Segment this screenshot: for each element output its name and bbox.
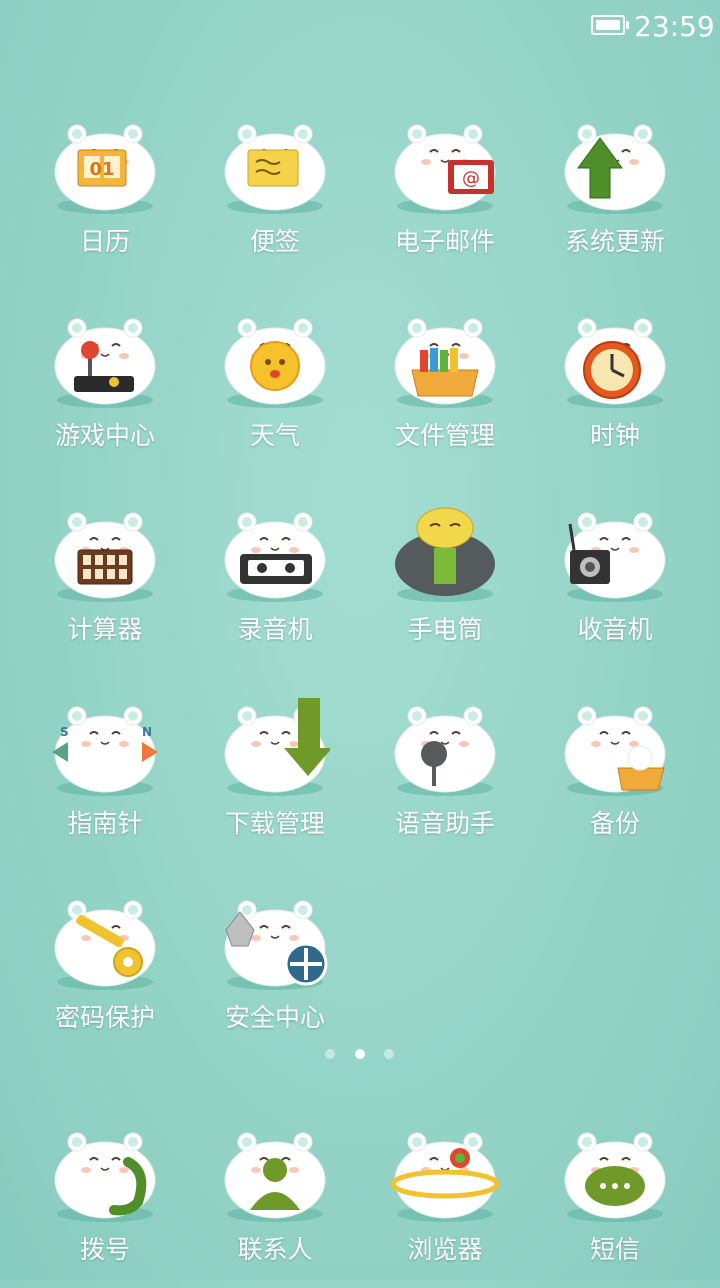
contacts-icon bbox=[220, 1118, 330, 1228]
backup-icon bbox=[560, 692, 670, 802]
app-label: 安全中心 bbox=[224, 1003, 325, 1032]
app-label: 录音机 bbox=[237, 615, 313, 644]
app-flashlight[interactable]: 手电筒 bbox=[360, 498, 530, 668]
weather-icon bbox=[220, 304, 330, 414]
page-indicator bbox=[0, 1045, 720, 1065]
security-center-icon bbox=[220, 886, 330, 996]
dock-label: 短信 bbox=[589, 1235, 640, 1264]
app-label: 文件管理 bbox=[394, 421, 495, 450]
app-file-manager[interactable]: 文件管理 bbox=[360, 304, 530, 474]
app-calendar[interactable]: 01 日历 bbox=[20, 110, 190, 280]
app-label: 语音助手 bbox=[394, 809, 495, 838]
browser-icon bbox=[390, 1118, 500, 1228]
app-label: 收音机 bbox=[577, 615, 653, 644]
app-label: 时钟 bbox=[589, 421, 640, 450]
battery-icon bbox=[591, 15, 629, 35]
flashlight-icon bbox=[390, 498, 500, 608]
app-password-protection[interactable]: 密码保护 bbox=[20, 886, 190, 1056]
page-dot[interactable] bbox=[325, 1049, 335, 1059]
system-update-icon bbox=[560, 110, 670, 220]
app-label: 电子邮件 bbox=[394, 227, 495, 256]
svg-text:01: 01 bbox=[89, 159, 114, 180]
app-compass[interactable]: S N 指南针 bbox=[20, 692, 190, 862]
app-label: 系统更新 bbox=[564, 227, 665, 256]
svg-text:S: S bbox=[60, 725, 69, 739]
app-label: 便签 bbox=[249, 227, 300, 256]
app-email[interactable]: @ 电子邮件 bbox=[360, 110, 530, 280]
page-dot-active[interactable] bbox=[355, 1049, 365, 1059]
app-system-update[interactable]: 系统更新 bbox=[530, 110, 700, 280]
dock-label: 拨号 bbox=[79, 1235, 130, 1264]
app-radio[interactable]: 收音机 bbox=[530, 498, 700, 668]
app-label: 天气 bbox=[249, 421, 300, 450]
app-label: 备份 bbox=[589, 809, 640, 838]
app-label: 指南针 bbox=[67, 809, 143, 838]
dock-label: 浏览器 bbox=[407, 1235, 483, 1264]
password-protection-icon bbox=[50, 886, 160, 996]
app-label: 密码保护 bbox=[54, 1003, 155, 1032]
app-security-center[interactable]: 安全中心 bbox=[190, 886, 360, 1056]
messages-icon bbox=[560, 1118, 670, 1228]
email-icon: @ bbox=[390, 110, 500, 220]
dialer-icon bbox=[50, 1118, 160, 1228]
app-weather[interactable]: 天气 bbox=[190, 304, 360, 474]
voice-assistant-icon bbox=[390, 692, 500, 802]
clock-icon bbox=[560, 304, 670, 414]
app-label: 下载管理 bbox=[224, 809, 325, 838]
dock-messages[interactable]: 短信 bbox=[530, 1118, 700, 1288]
app-recorder[interactable]: 录音机 bbox=[190, 498, 360, 668]
app-notes[interactable]: 便签 bbox=[190, 110, 360, 280]
status-bar: 23:59 bbox=[0, 0, 720, 52]
dock-dialer[interactable]: 拨号 bbox=[20, 1118, 190, 1288]
file-manager-icon bbox=[390, 304, 500, 414]
page-dot[interactable] bbox=[384, 1049, 394, 1059]
app-game-center[interactable]: 游戏中心 bbox=[20, 304, 190, 474]
app-voice-assistant[interactable]: 语音助手 bbox=[360, 692, 530, 862]
app-label: 手电筒 bbox=[407, 615, 483, 644]
app-calculator[interactable]: 计算器 bbox=[20, 498, 190, 668]
svg-text:@: @ bbox=[462, 168, 480, 189]
app-label: 游戏中心 bbox=[54, 421, 155, 450]
game-center-icon bbox=[50, 304, 160, 414]
app-label: 日历 bbox=[79, 227, 130, 256]
radio-icon bbox=[560, 498, 670, 608]
notes-icon bbox=[220, 110, 330, 220]
dock-browser[interactable]: 浏览器 bbox=[360, 1118, 530, 1288]
app-backup[interactable]: 备份 bbox=[530, 692, 700, 862]
download-manager-icon bbox=[220, 692, 332, 802]
dock-label: 联系人 bbox=[237, 1235, 313, 1264]
svg-text:N: N bbox=[142, 725, 152, 739]
compass-icon: S N bbox=[50, 692, 160, 802]
app-label: 计算器 bbox=[67, 615, 143, 644]
status-time: 23:59 bbox=[634, 10, 715, 43]
recorder-icon bbox=[220, 498, 330, 608]
calendar-icon: 01 bbox=[50, 110, 160, 220]
app-clock[interactable]: 时钟 bbox=[530, 304, 700, 474]
app-download-manager[interactable]: 下载管理 bbox=[190, 692, 360, 862]
calculator-icon bbox=[50, 498, 160, 608]
dock-contacts[interactable]: 联系人 bbox=[190, 1118, 360, 1288]
